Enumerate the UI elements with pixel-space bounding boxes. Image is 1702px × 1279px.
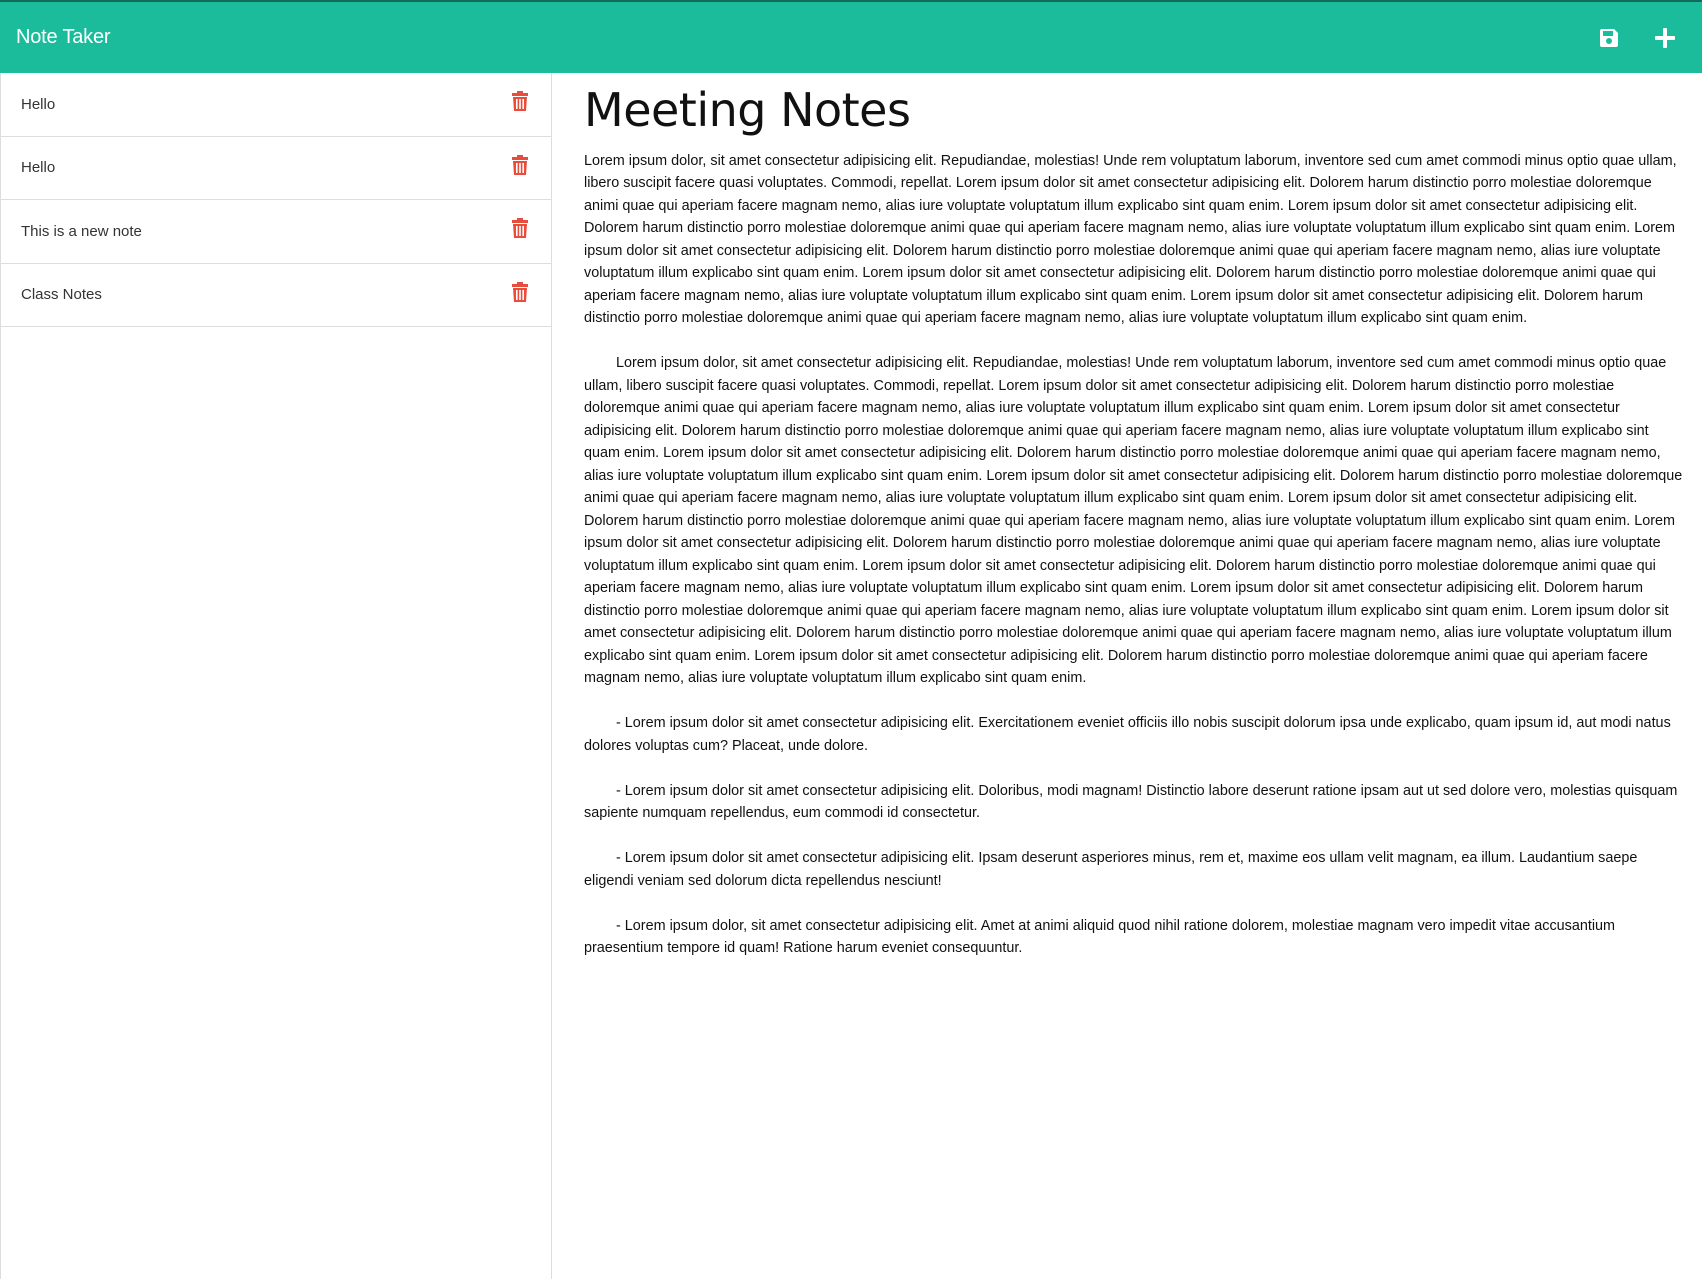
delete-note-button[interactable] xyxy=(510,90,530,112)
trash-icon xyxy=(512,154,528,175)
new-note-button[interactable] xyxy=(1652,25,1678,51)
plus-icon xyxy=(1655,27,1675,48)
note-list-item[interactable]: This is a new note xyxy=(1,200,551,264)
trash-icon xyxy=(512,281,528,302)
note-list: Hello Hello This is a new note Class Not… xyxy=(1,73,551,327)
trash-icon xyxy=(512,218,528,239)
note-title[interactable]: Meeting Notes xyxy=(584,85,1690,136)
save-note-button[interactable] xyxy=(1596,25,1622,51)
delete-note-button[interactable] xyxy=(510,154,530,176)
note-list-item-title: This is a new note xyxy=(21,222,142,240)
delete-note-button[interactable] xyxy=(510,281,530,303)
notes-sidebar: Hello Hello This is a new note Class Not… xyxy=(0,73,552,1279)
note-list-item-title: Hello xyxy=(21,95,56,113)
trash-icon xyxy=(512,91,528,112)
note-body[interactable]: Lorem ipsum dolor, sit amet consectetur … xyxy=(584,150,1684,960)
note-editor: Meeting Notes Lorem ipsum dolor, sit ame… xyxy=(552,73,1702,1279)
note-list-item[interactable]: Class Notes xyxy=(1,264,551,327)
note-list-item-title: Hello xyxy=(21,159,56,177)
save-icon xyxy=(1600,28,1618,47)
nav-actions xyxy=(1596,25,1686,51)
note-list-item-title: Class Notes xyxy=(21,286,102,304)
note-list-item[interactable]: Hello xyxy=(1,73,551,137)
delete-note-button[interactable] xyxy=(510,217,530,239)
app-navbar: Note Taker xyxy=(0,0,1702,73)
app-title[interactable]: Note Taker xyxy=(16,26,111,49)
note-list-item[interactable]: Hello xyxy=(1,137,551,200)
